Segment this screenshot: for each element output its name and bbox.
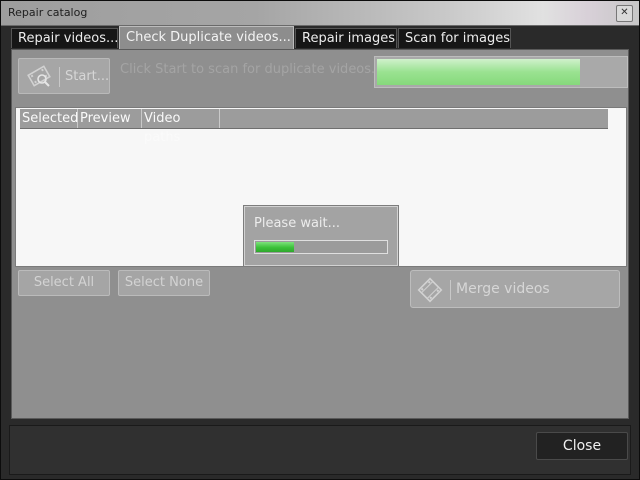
- scan-hint-text: Click Start to scan for duplicate videos…: [120, 62, 384, 77]
- repair-catalog-window: Repair catalog ✕ Repair videos... Check …: [0, 0, 640, 480]
- please-wait-label: Please wait...: [254, 216, 341, 231]
- title-bar: Repair catalog ✕: [1, 1, 639, 26]
- window-title: Repair catalog: [8, 6, 88, 19]
- select-none-button[interactable]: Select None: [118, 270, 210, 296]
- close-button[interactable]: Close: [536, 432, 628, 460]
- button-separator: [450, 280, 451, 300]
- film-scan-icon: [27, 65, 51, 87]
- merge-videos-label: Merge videos: [456, 281, 550, 297]
- column-headers: Selected Preview Video paths: [20, 109, 608, 145]
- button-separator: [59, 67, 60, 87]
- duplicate-videos-panel: Start... Click Start to scan for duplica…: [11, 49, 629, 419]
- column-header-preview[interactable]: Preview: [78, 109, 142, 128]
- column-header-video-paths[interactable]: Video paths: [142, 109, 220, 145]
- footer-bar: Close: [9, 425, 631, 475]
- please-wait-dialog: Please wait...: [244, 206, 398, 266]
- merge-videos-button[interactable]: Merge videos: [410, 270, 620, 308]
- film-merge-icon: [417, 277, 443, 303]
- column-header-selected[interactable]: Selected: [20, 109, 78, 128]
- scan-progress-bar: [374, 56, 628, 88]
- tab-check-duplicate-videos[interactable]: Check Duplicate videos...: [119, 26, 294, 50]
- start-button[interactable]: Start...: [18, 58, 110, 94]
- tab-repair-images[interactable]: Repair images: [295, 28, 397, 48]
- tab-repair-videos[interactable]: Repair videos...: [11, 28, 118, 48]
- close-icon[interactable]: ✕: [616, 5, 633, 22]
- select-all-button[interactable]: Select All: [18, 270, 110, 296]
- start-button-label: Start...: [65, 69, 110, 84]
- tab-scan-for-images[interactable]: Scan for images: [398, 28, 511, 48]
- scan-progress-fill: [377, 59, 580, 85]
- wait-progress-fill: [256, 242, 294, 252]
- wait-progress-bar: [254, 240, 388, 254]
